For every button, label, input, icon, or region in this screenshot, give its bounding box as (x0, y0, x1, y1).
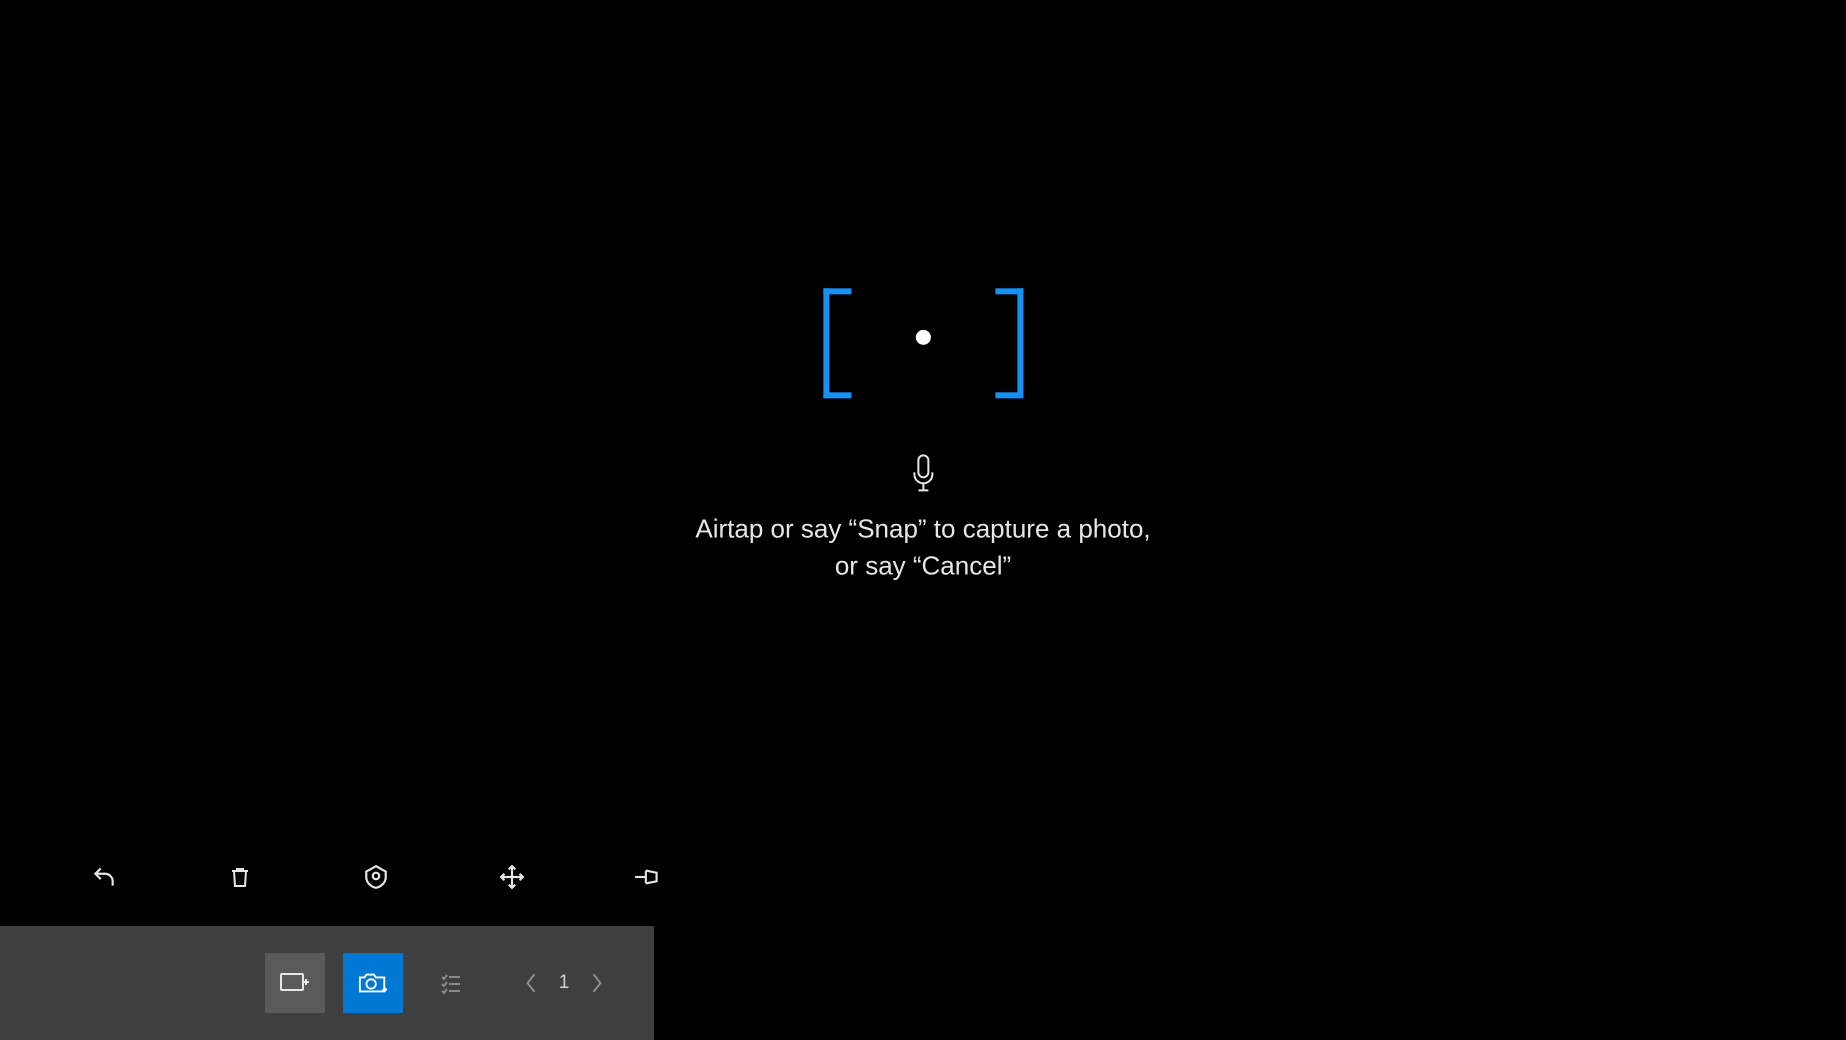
camera-icon (358, 970, 388, 996)
camera-button[interactable] (343, 953, 403, 1013)
bottom-bar: 1 (0, 926, 654, 1040)
prev-page-button[interactable] (513, 965, 549, 1001)
reticle-cursor-dot (915, 330, 930, 345)
locate-icon (363, 864, 389, 890)
move-icon (499, 864, 525, 890)
pin-button[interactable] (632, 861, 664, 893)
trash-icon (228, 864, 252, 890)
undo-icon (91, 864, 117, 890)
undo-button[interactable] (88, 861, 120, 893)
capture-reticle (823, 288, 1023, 386)
delete-button[interactable] (224, 861, 256, 893)
reticle-bracket-right (995, 288, 1023, 398)
annotate-button[interactable] (265, 953, 325, 1013)
locate-button[interactable] (360, 861, 392, 893)
chevron-right-icon (590, 972, 604, 994)
next-page-button[interactable] (579, 965, 615, 1001)
capture-instructions-block: Airtap or say “Snap” to capture a photo,… (695, 288, 1150, 585)
capture-instructions-line1: Airtap or say “Snap” to capture a photo, (695, 510, 1150, 548)
floating-tool-row (88, 861, 664, 893)
list-button[interactable] (421, 953, 481, 1013)
list-icon (438, 971, 464, 995)
capture-instructions: Airtap or say “Snap” to capture a photo,… (695, 510, 1150, 585)
annotate-icon (279, 971, 311, 995)
move-button[interactable] (496, 861, 528, 893)
page-nav: 1 (513, 965, 615, 1001)
capture-instructions-line2: or say “Cancel” (695, 548, 1150, 586)
camera-capture-view: Airtap or say “Snap” to capture a photo,… (0, 0, 1846, 1040)
page-number: 1 (549, 972, 579, 994)
reticle-bracket-left (823, 288, 851, 398)
chevron-left-icon (524, 972, 538, 994)
microphone-icon (911, 454, 935, 492)
pin-icon (633, 866, 663, 888)
